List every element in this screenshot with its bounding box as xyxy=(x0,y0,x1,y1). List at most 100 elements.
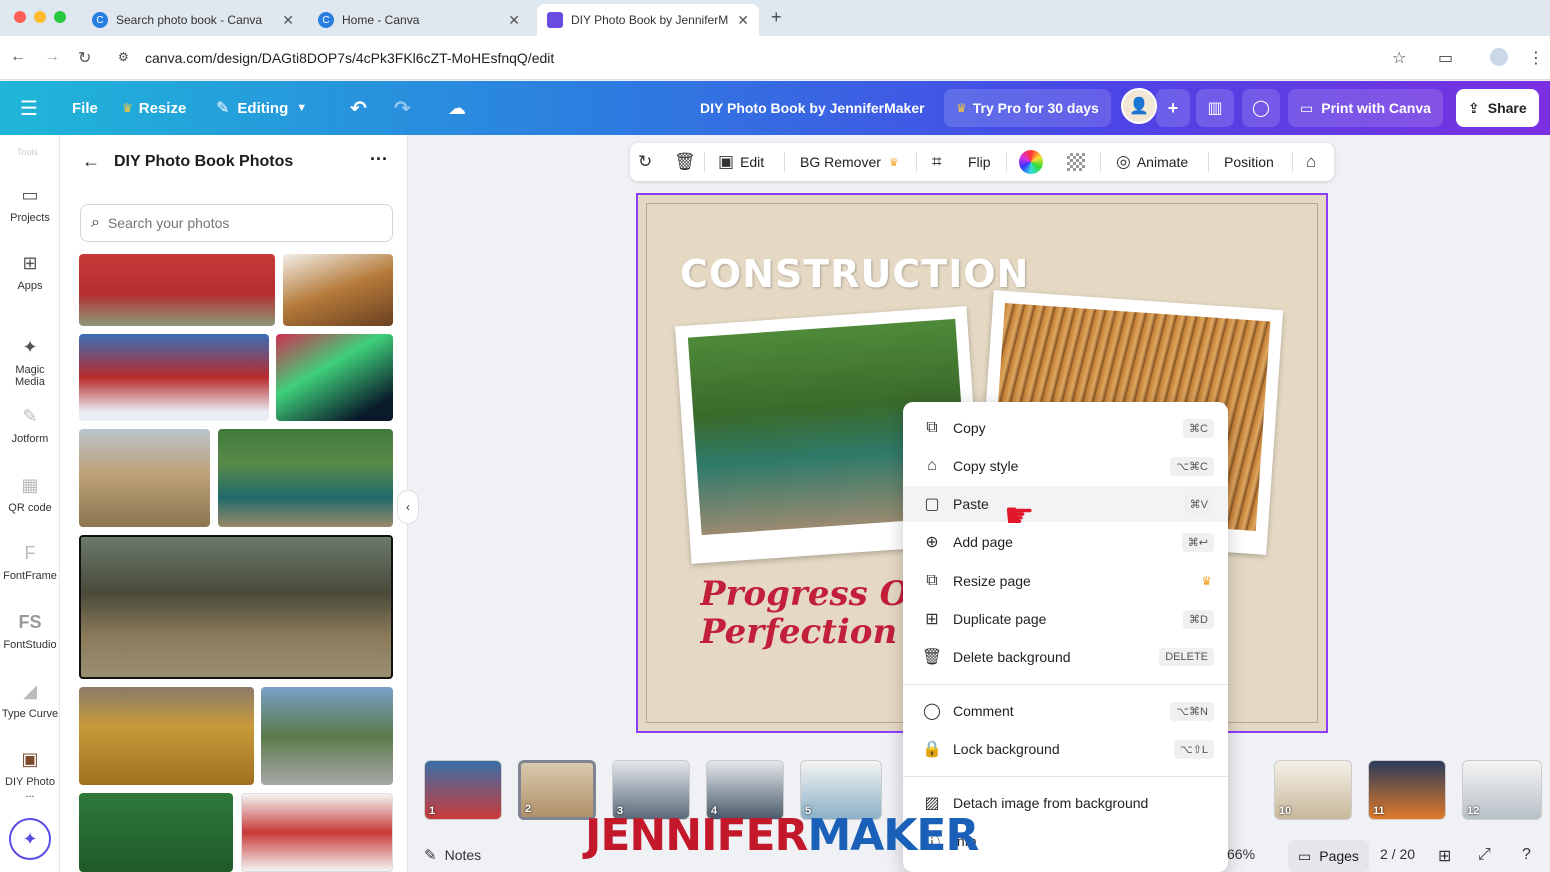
menu-item-paste[interactable]: ▢ Paste ⌘V xyxy=(903,486,1228,522)
photo-thumbnail[interactable] xyxy=(261,687,393,785)
browser-tab-1[interactable]: C Search photo book - Canva ✕ xyxy=(82,4,304,36)
photo-thumbnail[interactable] xyxy=(283,254,393,326)
redo-icon[interactable]: ↷ xyxy=(394,81,411,135)
menu-item-resize-page[interactable]: ⧉ Resize page ♛ xyxy=(903,563,1228,599)
forward-arrow-icon[interactable]: → xyxy=(44,48,60,66)
photo-thumbnail[interactable] xyxy=(241,793,393,872)
notes-button[interactable]: ✎ Notes xyxy=(424,846,481,864)
url-field[interactable]: ⚙ canva.com/design/DAGti8DOP7s/4cPk3FKl6… xyxy=(108,42,1420,74)
cast-icon[interactable]: ▭ xyxy=(1438,48,1453,68)
share-button[interactable]: ⇪ Share xyxy=(1456,89,1539,127)
bookmark-star-icon[interactable]: ☆ xyxy=(1392,48,1406,68)
resize-button[interactable]: ♛ Resize xyxy=(122,81,186,135)
rail-item-fontstudio[interactable]: FS FontStudio xyxy=(0,612,60,651)
collapse-panel-chevron-icon[interactable]: ‹ xyxy=(397,490,419,524)
insights-chart-icon[interactable]: ▥ xyxy=(1196,89,1234,127)
photo-thumbnail[interactable] xyxy=(79,254,275,326)
undo-icon[interactable]: ↶ xyxy=(350,81,367,135)
back-arrow-icon[interactable]: ← xyxy=(82,151,100,172)
pages-button[interactable]: ▭ Pages xyxy=(1288,840,1369,872)
color-wheel-icon[interactable] xyxy=(1019,143,1043,181)
flip-button[interactable]: Flip xyxy=(968,143,991,181)
try-pro-button[interactable]: ♛ Try Pro for 30 days xyxy=(944,89,1111,127)
rail-item-apps[interactable]: ⊞ Apps xyxy=(0,253,60,292)
animate-button[interactable]: ◎ Animate xyxy=(1116,143,1188,181)
photo-thumbnail[interactable] xyxy=(79,793,233,872)
bg-remover-button[interactable]: BG Remover ♛ xyxy=(800,143,899,181)
close-tab-icon[interactable]: ✕ xyxy=(282,12,294,29)
rail-item-type-curve[interactable]: ◢ Type Curve xyxy=(0,681,60,720)
page-thumbnail[interactable]: 11 xyxy=(1368,760,1446,820)
minimize-window-button[interactable] xyxy=(34,11,46,23)
rail-item-projects[interactable]: ▭ Projects xyxy=(0,185,60,224)
rail-label: Jotform xyxy=(11,433,49,445)
browser-menu-icon[interactable]: ⋮ xyxy=(1528,48,1544,68)
edit-button[interactable]: ▣ Edit xyxy=(718,143,764,181)
close-tab-icon[interactable]: ✕ xyxy=(737,12,749,29)
browser-tab-2[interactable]: C Home - Canva ✕ xyxy=(308,4,530,36)
close-window-button[interactable] xyxy=(14,11,26,23)
photo-search-input[interactable] xyxy=(107,215,368,231)
menu-item-comment[interactable]: ◯ Comment ⌥⌘N xyxy=(903,693,1228,729)
browser-tab-3-active[interactable]: DIY Photo Book by JenniferM ✕ xyxy=(537,4,759,36)
photo-search-box[interactable]: ⌕ xyxy=(80,204,393,242)
user-avatar[interactable]: 👤 xyxy=(1121,88,1157,124)
editing-mode-dropdown[interactable]: ✎ Editing ▼ xyxy=(216,81,307,135)
rail-item-magic-media[interactable]: ✦ Magic Media xyxy=(0,337,60,388)
rail-item-fontframe[interactable]: F FontFrame xyxy=(0,543,60,582)
grid-view-icon[interactable]: ⊞ xyxy=(1438,846,1451,866)
add-collaborator-icon[interactable]: + xyxy=(1156,89,1190,127)
page-heading[interactable]: CONSTRUCTION xyxy=(680,252,1029,296)
maximize-window-button[interactable] xyxy=(54,11,66,23)
zoom-level[interactable]: 66% xyxy=(1227,846,1255,862)
divider xyxy=(1208,152,1209,172)
menu-divider xyxy=(903,684,1228,685)
rail-item-diy-photo[interactable]: ▣ DIY Photo ... xyxy=(0,749,60,800)
menu-item-lock-background[interactable]: 🔒 Lock background ⌥⇧L xyxy=(903,731,1228,767)
page-thumbnail[interactable]: 10 xyxy=(1274,760,1352,820)
rail-item-jotform[interactable]: ✎ Jotform xyxy=(0,406,60,445)
menu-hamburger-icon[interactable]: ☰ xyxy=(20,81,38,135)
design-title[interactable]: DIY Photo Book by JenniferMaker xyxy=(700,81,925,135)
menu-item-copy-style[interactable]: ⌂ Copy style ⌥⌘C xyxy=(903,448,1228,484)
apps-icon: ⊞ xyxy=(22,253,38,273)
position-button[interactable]: Position xyxy=(1224,143,1274,181)
site-settings-icon[interactable]: ⚙ xyxy=(118,50,129,64)
menu-item-delete-background[interactable]: 🗑 Delete background DELETE xyxy=(903,639,1228,675)
paint-format-icon[interactable]: ⌂ xyxy=(1306,143,1316,181)
comment-icon[interactable]: ◯ xyxy=(1242,89,1280,127)
menu-item-duplicate-page[interactable]: ⊞ Duplicate page ⌘D xyxy=(903,601,1228,637)
quote-text[interactable]: Progress Over Perfection xyxy=(700,575,910,651)
new-tab-icon[interactable]: + xyxy=(771,7,782,28)
crop-icon[interactable]: ⌗ xyxy=(932,143,942,181)
menu-shortcut: ⌥⇧L xyxy=(1173,739,1214,759)
back-arrow-icon[interactable]: ← xyxy=(10,48,26,66)
photo-thumbnail[interactable] xyxy=(79,687,254,785)
close-tab-icon[interactable]: ✕ xyxy=(508,12,520,29)
photo-thumbnail[interactable] xyxy=(276,334,393,421)
magic-assistant-icon[interactable]: ✦ xyxy=(9,818,51,860)
menu-item-add-page[interactable]: ⊕ Add page ⌘↩ xyxy=(903,524,1228,560)
replace-icon[interactable]: ↻ xyxy=(638,143,652,181)
fullscreen-icon[interactable]: ⤢ xyxy=(1478,846,1491,864)
print-with-canva-button[interactable]: ▭ Print with Canva xyxy=(1288,89,1443,127)
photo-thumbnail-selected[interactable] xyxy=(79,535,393,679)
rail-item-qr-code[interactable]: ▦ QR code xyxy=(0,475,60,514)
delete-icon[interactable]: 🗑 xyxy=(674,143,696,181)
page-thumbnail[interactable]: 1 xyxy=(424,760,502,820)
menu-label: Delete background xyxy=(953,649,1071,665)
photo-thumbnail[interactable] xyxy=(79,429,210,527)
more-options-icon[interactable]: ··· xyxy=(370,149,388,170)
photo-thumbnail[interactable] xyxy=(79,334,269,421)
photo-thumbnail[interactable] xyxy=(218,429,393,527)
file-menu[interactable]: File xyxy=(72,81,98,135)
menu-item-copy[interactable]: ⧉ Copy ⌘C xyxy=(903,410,1228,446)
page-thumbnail[interactable]: 12 xyxy=(1462,760,1542,820)
divider xyxy=(1292,152,1293,172)
reload-icon[interactable]: ↻ xyxy=(78,48,91,68)
profile-icon[interactable] xyxy=(1490,48,1508,66)
help-icon[interactable]: ? xyxy=(1522,846,1531,864)
cloud-save-icon[interactable]: ☁ xyxy=(448,81,466,135)
transparency-icon[interactable] xyxy=(1067,143,1085,181)
rail-label: FontFrame xyxy=(3,570,57,582)
